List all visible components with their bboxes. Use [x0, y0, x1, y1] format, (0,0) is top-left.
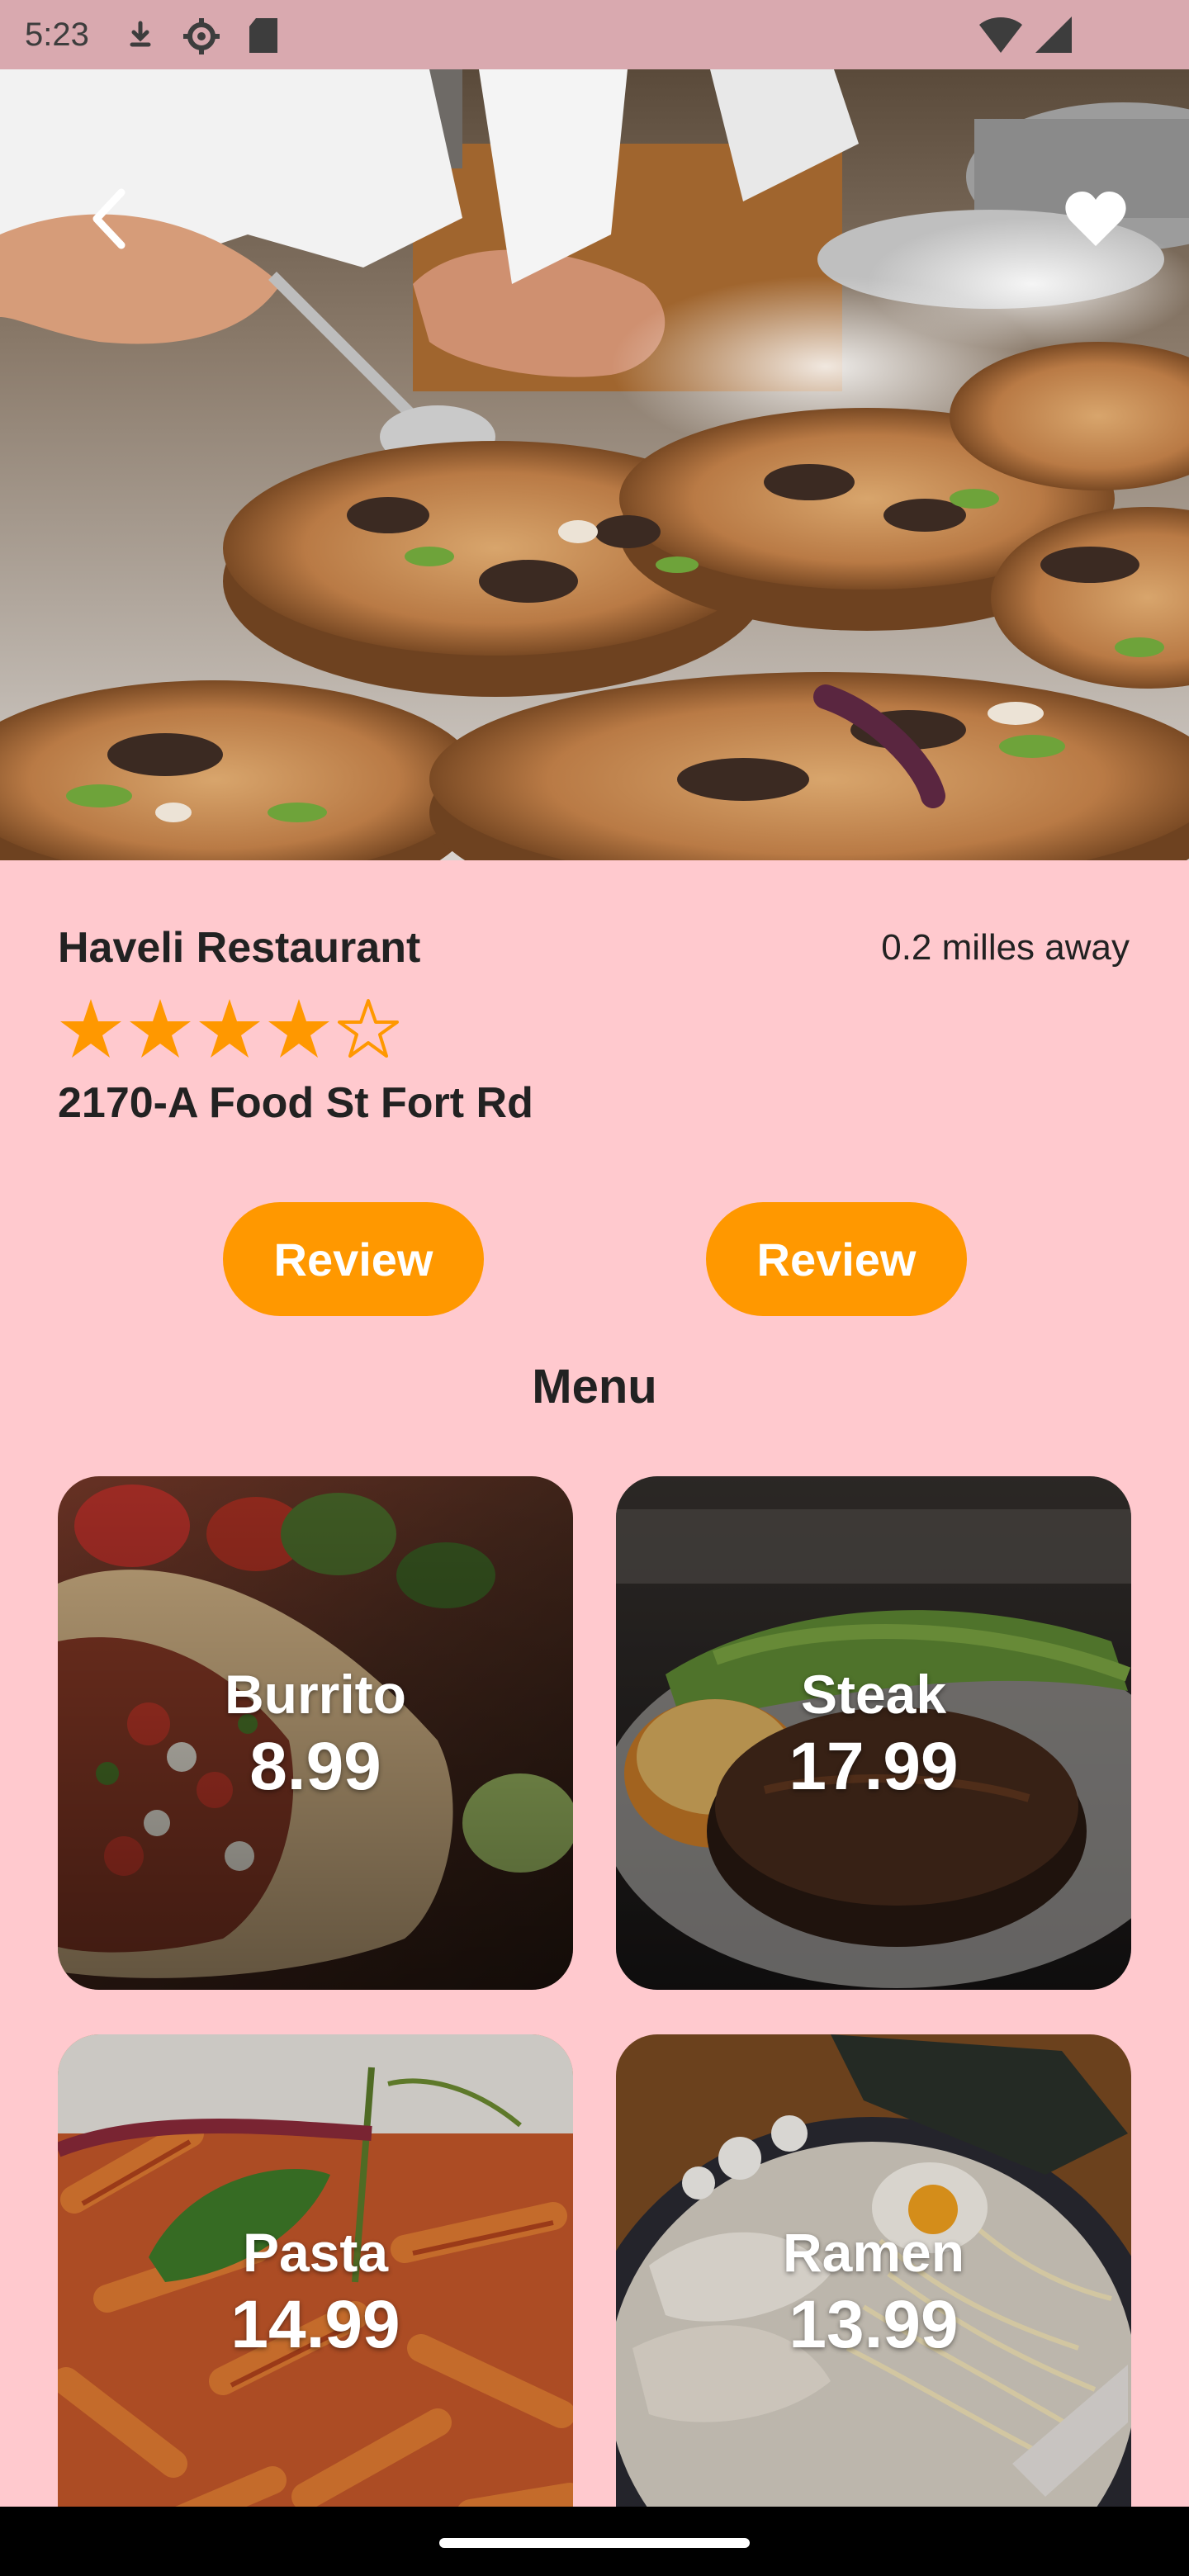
star-filled-icon	[268, 999, 329, 1058]
restaurant-distance: 0.2 milles away	[881, 927, 1130, 968]
sd-card-icon	[248, 17, 279, 59]
signal-icon	[1034, 15, 1073, 59]
menu-item-name: Burrito	[225, 1664, 406, 1725]
settings-icon	[182, 17, 221, 60]
review-button-left[interactable]: Review	[223, 1202, 484, 1316]
status-time: 5:23	[25, 17, 89, 53]
back-button[interactable]	[64, 175, 155, 266]
menu-card-burrito[interactable]: Burrito 8.99	[58, 1476, 573, 1990]
menu-item-price: 17.99	[789, 1729, 959, 1804]
menu-card-text: Pasta 14.99	[58, 2218, 573, 2363]
menu-item-name: Steak	[800, 1664, 947, 1725]
chevron-left-icon	[85, 186, 135, 256]
download-icon	[126, 20, 155, 57]
menu-title: Menu	[532, 1360, 657, 1413]
restaurant-address: 2170-A Food St Fort Rd	[58, 1079, 533, 1127]
star-filled-icon	[199, 999, 260, 1058]
favorite-button[interactable]	[1050, 175, 1141, 266]
menu-item-price: 8.99	[249, 1729, 381, 1804]
menu-item-name: Ramen	[782, 2222, 965, 2283]
hero-image	[0, 69, 1189, 860]
wifi-icon	[978, 15, 1024, 59]
menu-card-text: Ramen 13.99	[616, 2218, 1131, 2363]
review-button-right[interactable]: Review	[706, 1202, 967, 1316]
home-indicator[interactable]	[439, 2538, 750, 2548]
menu-item-price: 14.99	[230, 2287, 400, 2362]
menu-item-name: Pasta	[242, 2222, 389, 2283]
star-rating	[58, 991, 401, 1062]
menu-card-steak[interactable]: Steak 17.99	[616, 1476, 1131, 1990]
menu-item-price: 13.99	[789, 2287, 959, 2362]
menu-card-text: Burrito 8.99	[58, 1660, 573, 1805]
star-filled-icon	[60, 999, 121, 1058]
star-outline-icon	[338, 999, 399, 1058]
hero-scene	[0, 69, 1189, 860]
status-bar: 5:23	[0, 0, 1189, 69]
menu-card-text: Steak 17.99	[616, 1660, 1131, 1805]
navigation-bar	[0, 2507, 1189, 2576]
star-filled-icon	[130, 999, 191, 1058]
menu-card-pasta[interactable]: Pasta 14.99	[58, 2034, 573, 2507]
restaurant-name: Haveli Restaurant	[58, 924, 421, 972]
heart-icon	[1064, 190, 1127, 252]
menu-card-ramen[interactable]: Ramen 13.99	[616, 2034, 1131, 2507]
